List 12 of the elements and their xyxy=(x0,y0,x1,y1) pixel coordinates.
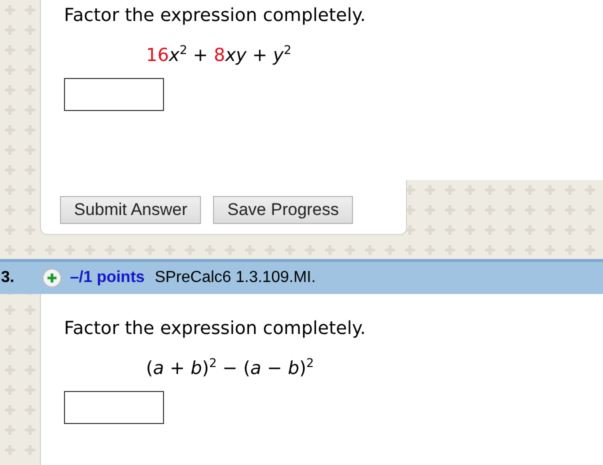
question-code: SPreCalc6 1.3.109.MI. xyxy=(154,269,316,287)
math-expression: (a + b)$^{2}$ − (a − b)$^{2}$ xyxy=(146,356,315,379)
plus-icon[interactable] xyxy=(42,268,62,288)
form-button[interactable]: Save Progress xyxy=(213,196,353,224)
form-button[interactable]: Submit Answer xyxy=(60,196,202,224)
question-text: Factor the expression completely. xyxy=(64,318,367,339)
math-expression: 16x$^{2}$ + 8xy + y$^{2}$ xyxy=(146,43,292,66)
answer-field[interactable] xyxy=(64,391,164,424)
points-link[interactable]: –/1 points xyxy=(70,269,145,287)
question-text: Factor the expression completely. xyxy=(64,5,367,26)
answer-field[interactable] xyxy=(64,78,164,111)
question-number: 3. xyxy=(1,269,16,287)
